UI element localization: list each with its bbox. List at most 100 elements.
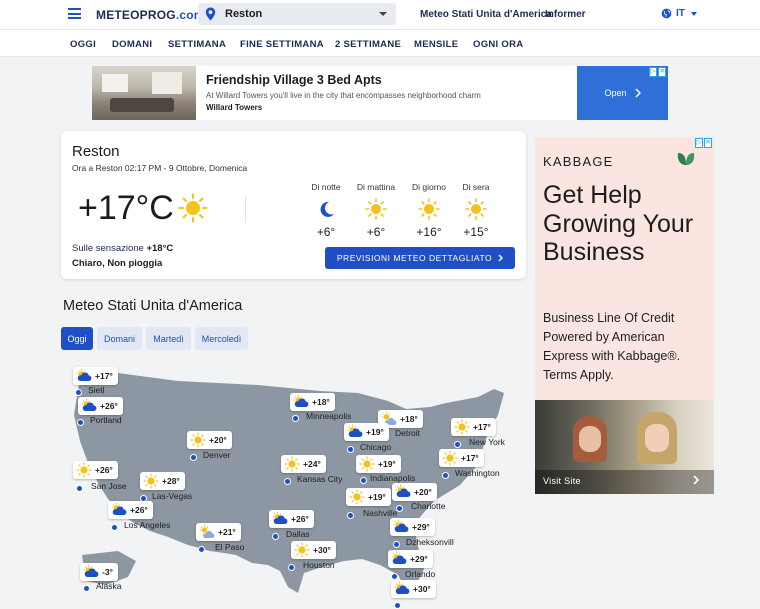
city-name-label[interactable]: Sietl <box>88 385 105 395</box>
city-weather-marker[interactable]: +19° <box>344 423 389 441</box>
day-tab-domani[interactable]: Domani <box>97 327 142 350</box>
city-name-label[interactable]: Alaska <box>96 581 122 591</box>
city-weather-marker[interactable]: +19° <box>356 455 401 473</box>
city-dot[interactable] <box>394 602 401 609</box>
city-weather-marker[interactable]: +26° <box>108 501 153 519</box>
city-weather-marker[interactable]: +20° <box>392 483 437 501</box>
city-weather-marker[interactable]: +17° <box>439 449 484 467</box>
tab-2-settimane[interactable]: 2 SETTIMANE <box>335 39 401 50</box>
city-weather-marker[interactable]: +20° <box>187 431 232 449</box>
city-dot[interactable] <box>391 573 398 580</box>
city-dot[interactable] <box>347 512 354 519</box>
link-informer[interactable]: Informer <box>545 9 586 20</box>
city-name-label[interactable]: Washington <box>455 468 500 478</box>
tab-fine-settimana[interactable]: FINE SETTIMANA <box>240 39 324 50</box>
city-search-value: Reston <box>225 8 263 20</box>
partly-cloudy-icon <box>111 502 127 518</box>
chevron-down-icon[interactable] <box>379 12 387 16</box>
country-weather-map: +17° Sietl +26° Portland +18° Minneapolis +18°… <box>58 355 528 609</box>
city-weather-marker[interactable]: +26° <box>269 510 314 528</box>
city-dot[interactable] <box>288 564 295 571</box>
partly-cloudy-icon <box>272 511 288 527</box>
day-tab-mercoledi[interactable]: Mercoledì <box>195 327 248 350</box>
city-name-label[interactable]: El Paso <box>215 542 244 552</box>
location-pin-icon <box>205 7 216 21</box>
ad-visit-site[interactable]: Visit Site <box>543 476 581 486</box>
city-name-label[interactable]: Indianapolis <box>370 473 415 483</box>
city-dot[interactable] <box>198 546 205 553</box>
city-weather-marker[interactable]: +17° <box>451 418 496 436</box>
menu-icon[interactable] <box>68 8 81 19</box>
side-banner-ad[interactable]: KABBAGE ▷ ✕ Get Help Growing Your Busines… <box>535 137 714 494</box>
city-weather-marker[interactable]: +30° <box>291 541 336 559</box>
city-dot[interactable] <box>75 389 82 396</box>
city-name-label[interactable]: Las-Vegas <box>152 491 192 501</box>
city-name-label[interactable]: Portland <box>90 415 122 425</box>
language-selector[interactable]: IT <box>661 8 697 19</box>
day-tab-martedi[interactable]: Martedì <box>146 327 191 350</box>
city-dot[interactable] <box>454 441 461 448</box>
ad-body: Business Line Of Credit Powered by Ameri… <box>543 311 681 382</box>
city-name-label[interactable]: Kansas City <box>297 474 342 484</box>
period-temp: +6° <box>366 225 386 239</box>
tab-oggi[interactable]: OGGI <box>70 39 96 50</box>
tab-mensile[interactable]: MENSILE <box>414 39 458 50</box>
city-dot[interactable] <box>76 485 83 492</box>
city-weather-marker[interactable]: +26° <box>73 461 118 479</box>
city-name-label[interactable]: Dzheksonvill <box>406 537 454 547</box>
city-weather-marker[interactable]: +26° <box>78 397 123 415</box>
city-dot[interactable] <box>284 478 291 485</box>
city-name-label[interactable]: Houston <box>303 560 335 570</box>
partly-cloudy-icon <box>83 564 99 580</box>
city-weather-marker[interactable]: +19° <box>346 488 391 506</box>
city-dot[interactable] <box>292 415 299 422</box>
city-temp: +26° <box>130 505 148 515</box>
period-label: Di giorno <box>411 182 447 192</box>
detailed-forecast-button[interactable]: PREVISIONI METEO DETTAGLIATO <box>325 247 515 269</box>
city-name-label[interactable]: Minneapolis <box>306 411 351 421</box>
city-name-label[interactable]: New York <box>469 437 505 447</box>
city-dot[interactable] <box>190 454 197 461</box>
site-logo[interactable]: METEOPROG.com <box>96 8 205 22</box>
city-dot[interactable] <box>442 472 449 479</box>
city-name-label[interactable]: Chicago <box>360 442 391 452</box>
city-weather-marker[interactable]: +17° <box>73 367 118 385</box>
ad-title: Friendship Village 3 Bed Apts <box>206 73 382 87</box>
city-temp: +18° <box>400 414 418 424</box>
city-dot[interactable] <box>77 419 84 426</box>
tab-ogni-ora[interactable]: OGNI ORA <box>473 39 523 50</box>
tab-settimana[interactable]: SETTIMANA <box>168 39 226 50</box>
tab-domani[interactable]: DOMANI <box>112 39 152 50</box>
city-name-label[interactable]: Nashville <box>363 508 398 518</box>
city-weather-marker[interactable]: +30° <box>391 580 436 598</box>
city-dot[interactable] <box>347 446 354 453</box>
city-name-label[interactable]: San Jose <box>91 481 126 491</box>
city-name-label[interactable]: Los Angeles <box>124 520 170 530</box>
city-dot[interactable] <box>360 477 367 484</box>
city-weather-marker[interactable]: +28° <box>140 472 185 490</box>
city-temp: +19° <box>368 492 386 502</box>
city-weather-marker[interactable]: +29° <box>388 550 433 568</box>
city-temp: +21° <box>218 527 236 537</box>
day-tab-oggi[interactable]: Oggi <box>61 327 93 350</box>
top-banner-ad[interactable]: Friendship Village 3 Bed Apts At Willard… <box>92 66 668 120</box>
city-dot[interactable] <box>83 585 90 592</box>
city-dot[interactable] <box>393 541 400 548</box>
city-name-label[interactable]: Dallas <box>286 529 310 539</box>
city-weather-marker[interactable]: +29° <box>390 518 435 536</box>
city-name-label[interactable]: Denver <box>203 450 230 460</box>
partly-sunny-icon <box>199 524 215 540</box>
city-name-label[interactable]: Orlando <box>405 569 435 579</box>
city-name-label[interactable]: Charlotte <box>411 501 446 511</box>
city-weather-marker[interactable]: -3° <box>80 563 118 581</box>
city-weather-marker[interactable]: +21° <box>196 523 241 541</box>
city-weather-marker[interactable]: +24° <box>281 455 326 473</box>
city-dot[interactable] <box>272 533 279 540</box>
city-name-label[interactable]: Detroit <box>395 428 420 438</box>
city-dot[interactable] <box>111 524 118 531</box>
city-search[interactable]: Reston <box>198 3 396 25</box>
link-country-weather[interactable]: Meteo Stati Unita d'America <box>420 9 552 20</box>
city-weather-marker[interactable]: +18° <box>290 393 335 411</box>
adchoices-icon[interactable]: ▷ ✕ <box>695 138 713 148</box>
adchoices-icon[interactable]: ▷ ✕ <box>649 67 667 77</box>
